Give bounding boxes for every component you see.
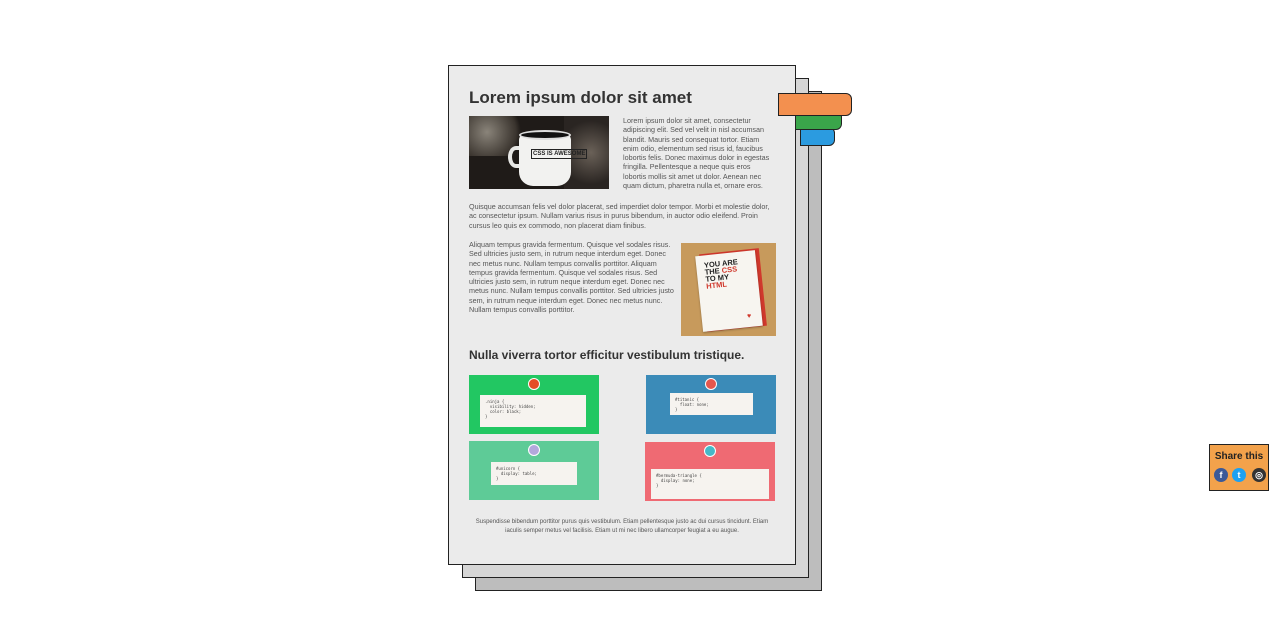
section-subtitle: Nulla viverra tortor efficitur vestibulu… — [469, 348, 745, 362]
code-tile-titanic: #titanic { float: none; } — [646, 375, 776, 434]
tab-orange[interactable] — [778, 93, 852, 116]
code-snippet: .ninja { visibility: hidden; color: blac… — [480, 395, 586, 427]
code-snippet: #unicorn { display: table; } — [491, 462, 577, 485]
paragraph-2: Quisque accumsan felis vel dolor placera… — [469, 202, 770, 230]
paragraph-1: Lorem ipsum dolor sit amet, consectetur … — [623, 116, 770, 191]
code-tile-bermuda: #bermuda-triangle { display: none; } — [645, 442, 775, 501]
plane-icon — [704, 445, 716, 457]
code-snippet: #titanic { float: none; } — [670, 393, 753, 415]
share-title: Share this — [1214, 451, 1264, 462]
front-page: Lorem ipsum dolor sit amet CSS IS AWESOM… — [448, 65, 796, 565]
code-tile-ninja: .ninja { visibility: hidden; color: blac… — [469, 375, 599, 434]
heart-icon: ♥ — [747, 313, 752, 320]
mug-logo: CSS IS AWESOME — [531, 149, 588, 159]
instagram-icon[interactable]: ◎ — [1252, 468, 1266, 482]
page-title: Lorem ipsum dolor sit amet — [469, 88, 692, 107]
facebook-icon[interactable]: f — [1214, 468, 1228, 482]
share-widget: Share this f t ◎ — [1209, 444, 1269, 491]
code-snippet: #bermuda-triangle { display: none; } — [651, 469, 769, 499]
code-tile-unicorn: #unicorn { display: table; } — [469, 441, 599, 500]
unicorn-icon — [528, 444, 540, 456]
paragraph-3: Aliquam tempus gravida fermentum. Quisqu… — [469, 240, 674, 315]
ninja-icon — [528, 378, 540, 390]
footer-text: Suspendisse bibendum porttitor purus qui… — [475, 519, 769, 534]
mug-image: CSS IS AWESOME — [469, 116, 609, 189]
ship-icon — [705, 378, 717, 390]
card-image: YOU ARE THE CSS TO MY HTML ♥ — [681, 243, 776, 336]
card-text: YOU ARE THE CSS TO MY HTML — [703, 257, 739, 291]
twitter-icon[interactable]: t — [1232, 468, 1246, 482]
